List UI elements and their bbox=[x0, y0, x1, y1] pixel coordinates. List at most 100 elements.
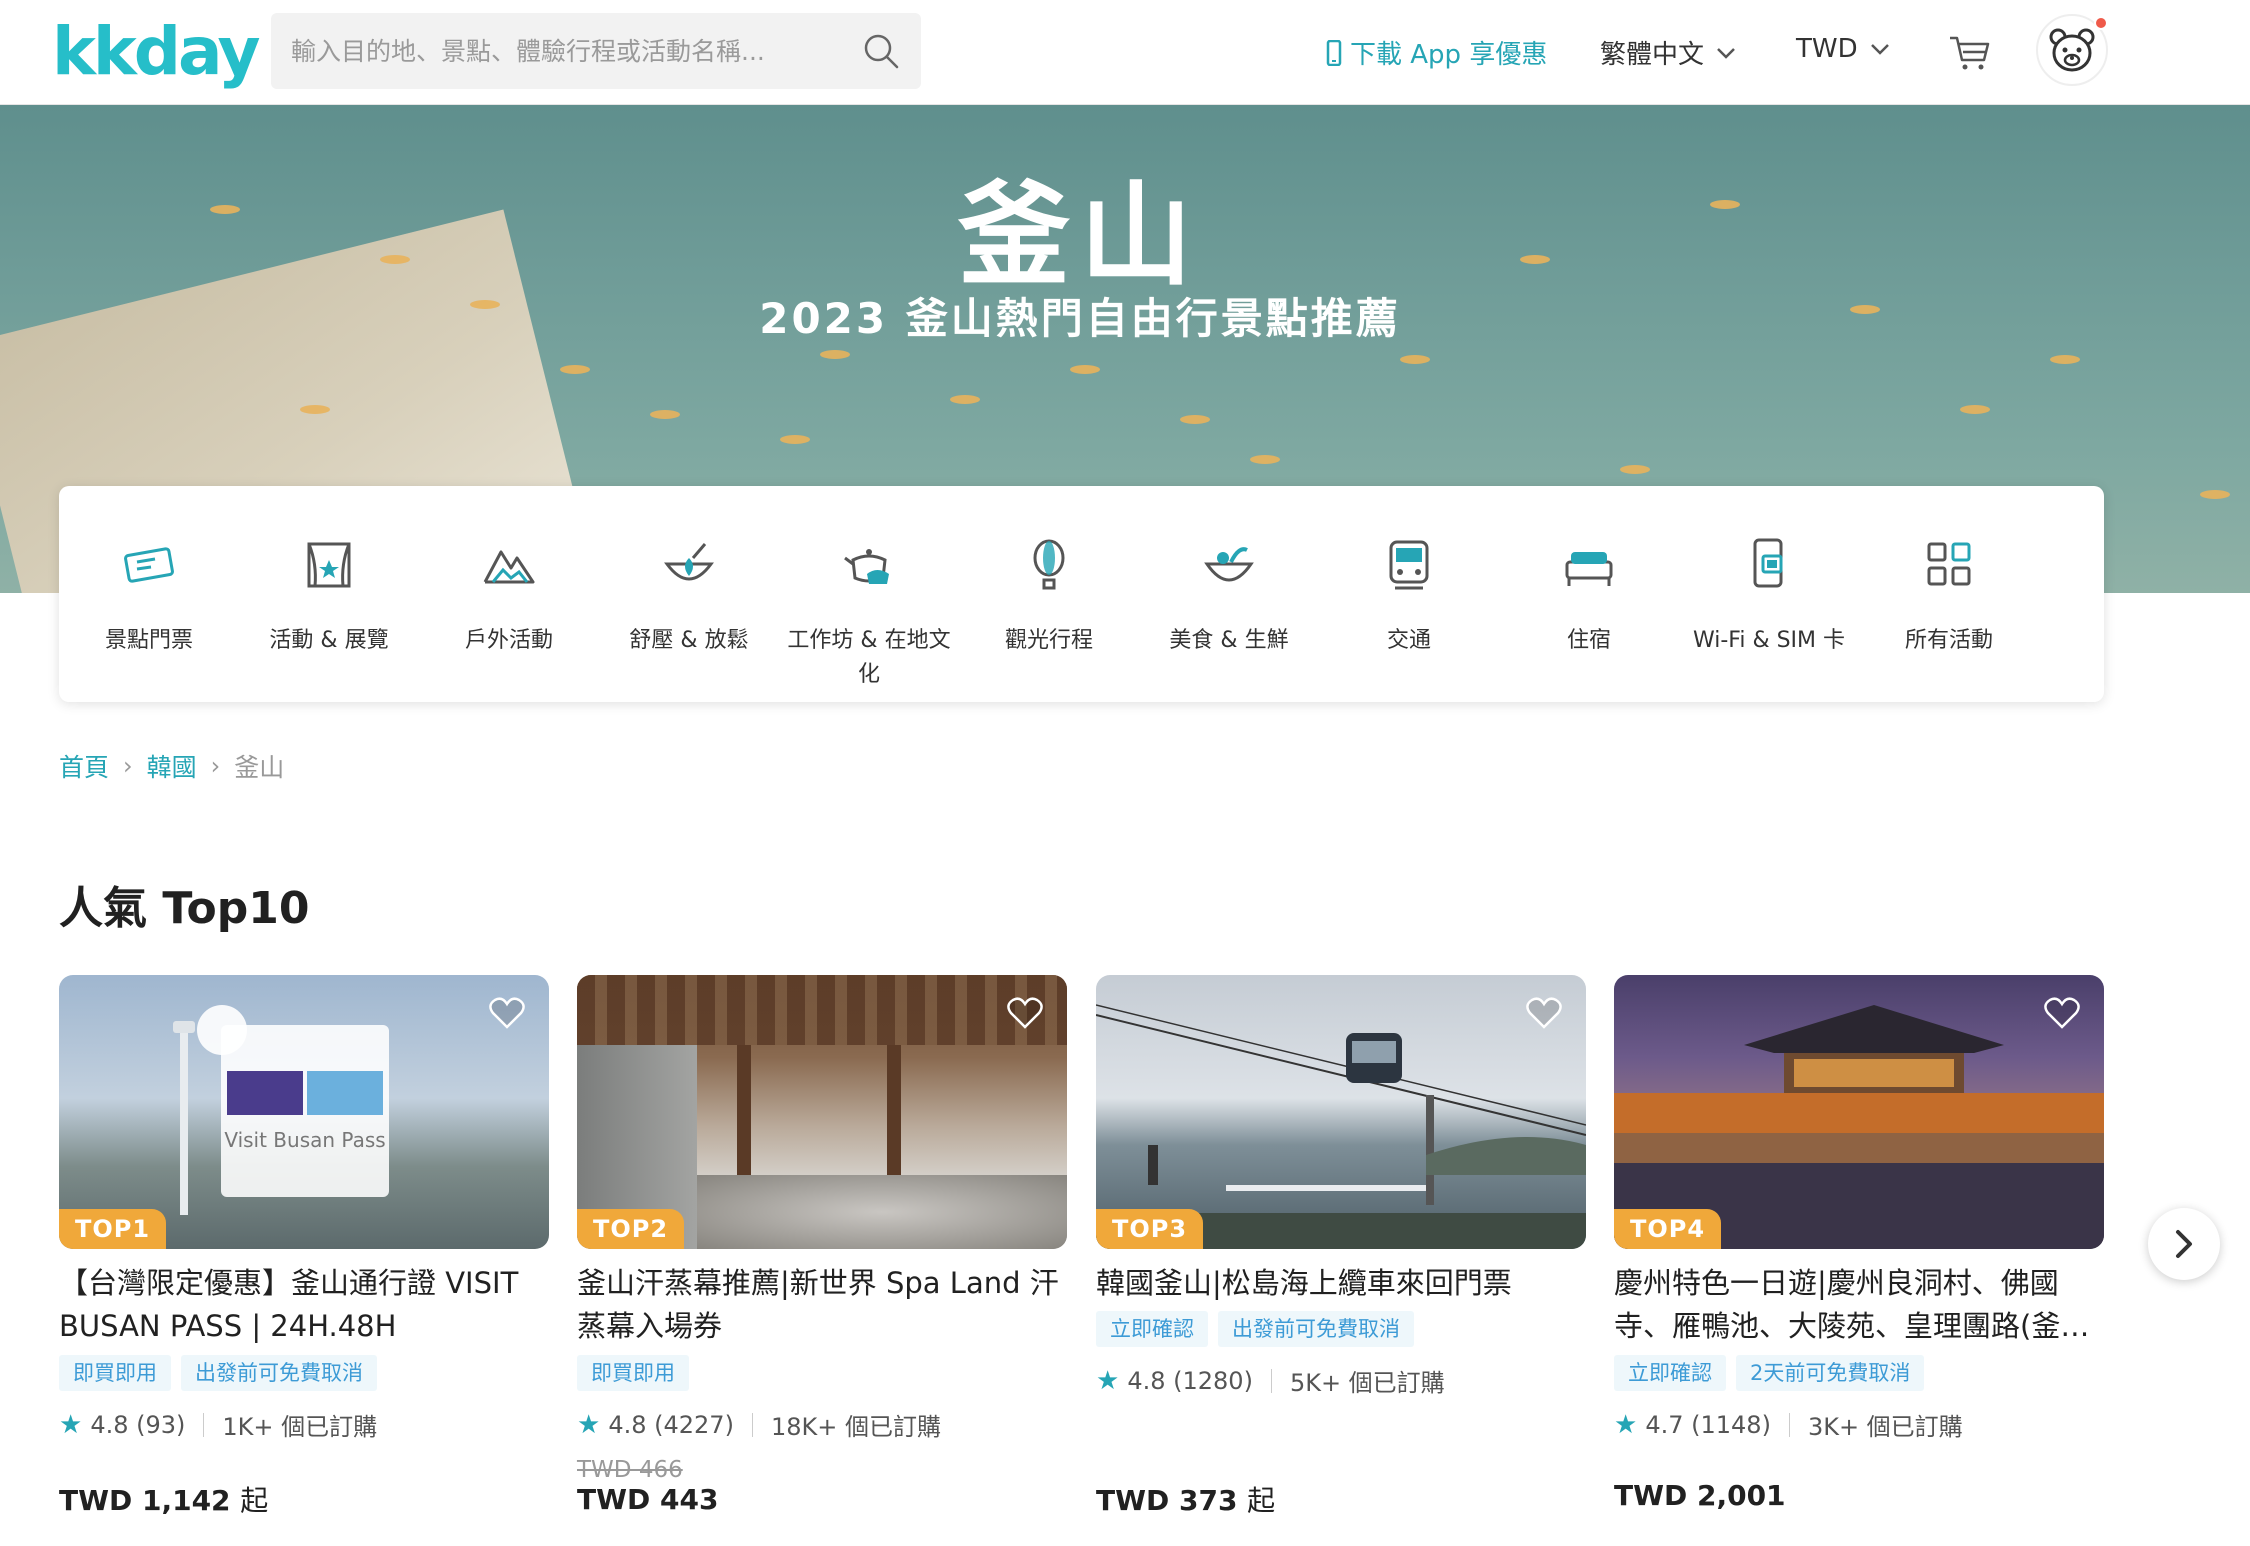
product-title[interactable]: 韓國釜山|松島海上纜車來回門票 bbox=[1096, 1262, 1586, 1305]
section-title: 人氣 Top10 bbox=[59, 883, 310, 934]
category-workshop[interactable]: 工作坊 & 在地文化 bbox=[779, 486, 959, 702]
star-icon: ★ bbox=[1096, 1365, 1120, 1396]
language-dropdown[interactable]: 繁體中文 bbox=[1600, 34, 1736, 71]
category-events[interactable]: 活動 & 展覽 bbox=[239, 486, 419, 702]
tag: 2天前可免費取消 bbox=[1736, 1355, 1925, 1391]
language-label: 繁體中文 bbox=[1600, 40, 1705, 70]
price-value: TWD 1,142 bbox=[59, 1484, 231, 1517]
currency-label: TWD bbox=[1796, 34, 1858, 64]
category-food[interactable]: 美食 & 生鮮 bbox=[1139, 486, 1319, 702]
category-label: 舒壓 & 放鬆 bbox=[629, 628, 749, 653]
product-tags: 立即確認 出發前可免費取消 bbox=[1096, 1311, 1414, 1347]
chevron-down-icon bbox=[1870, 44, 1889, 55]
category-tickets[interactable]: 景點門票 bbox=[59, 486, 239, 702]
search-bar[interactable] bbox=[271, 13, 921, 89]
currency-dropdown[interactable]: TWD bbox=[1796, 34, 1890, 64]
star-icon: ★ bbox=[59, 1409, 83, 1440]
search-icon[interactable] bbox=[861, 31, 901, 71]
category-label: 觀光行程 bbox=[1004, 628, 1093, 653]
category-label: 景點門票 bbox=[104, 628, 193, 653]
chevron-right-icon: › bbox=[123, 752, 133, 780]
tag: 立即確認 bbox=[1614, 1355, 1726, 1391]
breadcrumb-country[interactable]: 韓國 bbox=[147, 748, 197, 784]
cable-car-graphic bbox=[1096, 1004, 1586, 1249]
star-icon: ★ bbox=[577, 1409, 601, 1440]
phone-icon bbox=[1326, 39, 1342, 66]
product-price: TWD 373 起 bbox=[1096, 1479, 1275, 1519]
kkday-logo[interactable]: kkday bbox=[52, 12, 261, 92]
heart-icon[interactable] bbox=[1526, 997, 1562, 1029]
bear-icon bbox=[2049, 28, 2095, 72]
product-card[interactable]: Visit Busan Pass TOP1 【台灣限定優惠】釜山通行證 VISI… bbox=[59, 975, 549, 1535]
product-card[interactable]: TOP2 釜山汗蒸幕推薦|新世界 Spa Land 汗蒸幕入場券 即買即用 ★ … bbox=[577, 975, 1067, 1535]
product-title[interactable]: 【台灣限定優惠】釜山通行證 VISIT BUSAN PASS | 24H.48H bbox=[59, 1262, 549, 1348]
category-label: 活動 & 展覽 bbox=[269, 628, 389, 653]
heart-icon[interactable] bbox=[2044, 997, 2080, 1029]
heart-icon[interactable] bbox=[489, 997, 525, 1029]
tag: 出發前可免費取消 bbox=[181, 1355, 377, 1391]
divider bbox=[203, 1412, 205, 1437]
category-transport[interactable]: 交通 bbox=[1319, 486, 1499, 702]
rating-value: 4.7 bbox=[1645, 1410, 1684, 1439]
tower-graphic bbox=[173, 1021, 195, 1215]
tag: 出發前可免費取消 bbox=[1218, 1311, 1414, 1347]
category-outdoor[interactable]: 戶外活動 bbox=[419, 486, 599, 702]
breadcrumb-home[interactable]: 首頁 bbox=[59, 748, 109, 784]
cart-icon[interactable] bbox=[1948, 32, 1990, 72]
price-suffix: 起 bbox=[240, 1484, 269, 1517]
search-input[interactable] bbox=[291, 13, 851, 89]
review-count: (93) bbox=[136, 1410, 186, 1439]
hero-title: 釜山 bbox=[958, 171, 1202, 301]
chevron-down-icon bbox=[1717, 47, 1735, 59]
product-price: TWD 443 bbox=[577, 1483, 718, 1516]
category-all[interactable]: 所有活動 bbox=[1859, 486, 2039, 702]
heart-icon[interactable] bbox=[1007, 997, 1043, 1029]
grid-icon bbox=[1927, 542, 1971, 586]
category-wifi-sim[interactable]: Wi-Fi & SIM 卡 bbox=[1679, 486, 1859, 702]
divider bbox=[1788, 1412, 1790, 1437]
hero-subtitle: 2023 釜山熱門自由行景點推薦 bbox=[759, 294, 1401, 343]
notification-dot bbox=[2094, 16, 2108, 30]
product-image[interactable]: Visit Busan Pass TOP1 bbox=[59, 975, 549, 1249]
divider bbox=[751, 1412, 753, 1437]
category-spa[interactable]: 舒壓 & 放鬆 bbox=[599, 486, 779, 702]
bed-icon bbox=[1565, 552, 1613, 586]
booked-count: 3K+ 個已訂購 bbox=[1807, 1413, 1963, 1441]
booked-count: 1K+ 個已訂購 bbox=[222, 1413, 378, 1441]
product-card[interactable]: TOP3 韓國釜山|松島海上纜車來回門票 立即確認 出發前可免費取消 ★ 4.8… bbox=[1096, 975, 1586, 1535]
pass-card-graphic: Visit Busan Pass bbox=[221, 1025, 389, 1197]
download-app-label: 下載 App 享優惠 bbox=[1350, 40, 1548, 70]
tag: 即買即用 bbox=[59, 1355, 171, 1391]
category-label: Wi-Fi & SIM 卡 bbox=[1692, 628, 1846, 653]
product-rating: ★ 4.8 (4227) 18K+ 個已訂購 bbox=[577, 1407, 941, 1442]
theater-icon bbox=[307, 542, 351, 588]
product-image[interactable]: TOP3 bbox=[1096, 975, 1586, 1249]
chevron-right-icon bbox=[2176, 1230, 2192, 1258]
train-icon bbox=[1389, 540, 1429, 590]
mountain-icon bbox=[483, 550, 535, 584]
tag: 立即確認 bbox=[1096, 1311, 1208, 1347]
product-image[interactable]: TOP2 bbox=[577, 975, 1067, 1249]
product-image[interactable]: TOP4 bbox=[1614, 975, 2104, 1249]
review-count: (1280) bbox=[1173, 1366, 1253, 1395]
teapot-icon bbox=[844, 549, 889, 584]
price-value: TWD 373 bbox=[1096, 1484, 1238, 1517]
pass-caption: Visit Busan Pass bbox=[224, 1128, 386, 1152]
rank-badge: TOP3 bbox=[1096, 1209, 1204, 1249]
product-title[interactable]: 慶州特色一日遊|慶州良洞村、佛國寺、雁鴨池、大陵苑、皇理團路(釜… bbox=[1614, 1262, 2104, 1348]
divider bbox=[1270, 1368, 1272, 1393]
rating-value: 4.8 bbox=[608, 1410, 647, 1439]
category-stay[interactable]: 住宿 bbox=[1499, 486, 1679, 702]
product-title[interactable]: 釜山汗蒸幕推薦|新世界 Spa Land 汗蒸幕入場券 bbox=[577, 1262, 1067, 1348]
category-label: 工作坊 & 在地文化 bbox=[787, 628, 951, 687]
product-price: TWD 1,142 起 bbox=[59, 1479, 268, 1519]
palace-graphic bbox=[1614, 1005, 2104, 1249]
ticket-icon bbox=[124, 547, 174, 583]
tag: 即買即用 bbox=[577, 1355, 689, 1391]
download-app-link[interactable]: 下載 App 享優惠 bbox=[1326, 34, 1547, 71]
product-card[interactable]: TOP4 慶州特色一日遊|慶州良洞村、佛國寺、雁鴨池、大陵苑、皇理團路(釜… 立… bbox=[1614, 975, 2104, 1535]
category-tours[interactable]: 觀光行程 bbox=[959, 486, 1139, 702]
rating-value: 4.8 bbox=[1127, 1366, 1166, 1395]
booked-count: 5K+ 個已訂購 bbox=[1289, 1369, 1445, 1397]
carousel-next-button[interactable] bbox=[2148, 1208, 2220, 1280]
